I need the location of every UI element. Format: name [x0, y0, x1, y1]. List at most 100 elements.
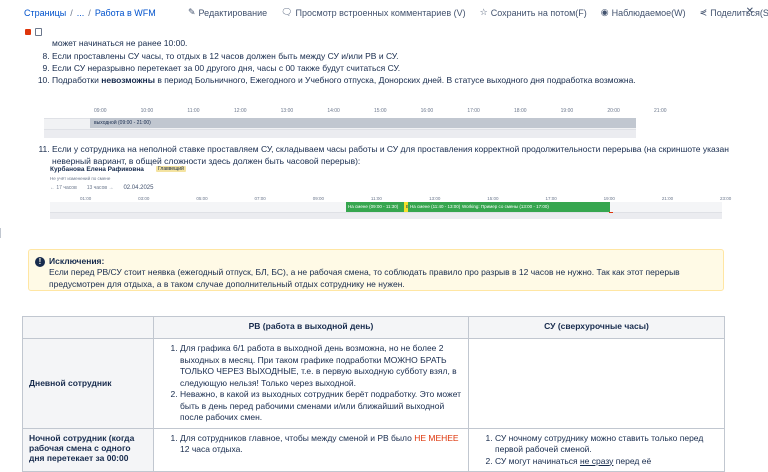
breadcrumb-pages[interactable]: Страницы — [24, 8, 66, 18]
timeline-1-tick: 10:00 — [140, 108, 154, 114]
table-header-row: РВ (работа в выходной день) СУ (сверхуро… — [22, 316, 725, 339]
rule-10-text: Подработки — [52, 75, 102, 86]
cut-off-text: может начинаться не ранее 10:00. — [52, 38, 188, 48]
timeline-1-row-2 — [44, 130, 636, 138]
rules-table: РВ (работа в выходной день) СУ (сверхуро… — [22, 316, 725, 472]
timeline-2-tick: 11:00 — [370, 196, 382, 201]
list-item: СУ ночному сотруднику можно ставить толь… — [495, 433, 718, 456]
callout-text: Если перед РВ/СУ стоит неявка (ежегодный… — [49, 267, 680, 289]
timeline-2-tick: 23:00 — [720, 196, 732, 201]
comment-icon: 🗨 — [281, 7, 293, 17]
close-icon[interactable]: ✕ — [746, 6, 754, 17]
scroll-marker — [0, 228, 4, 238]
night-su-text: СУ могут начинаться — [495, 455, 580, 466]
timeline-2-tick: 05:00 — [196, 196, 208, 201]
inline-comments-label: Просмотр встроенных комментариев (V) — [295, 7, 466, 18]
timeline-2-tick: 01:00 — [80, 196, 92, 201]
timeline-1-tick: 18:00 — [514, 108, 527, 114]
list-item: Для сотрудников главное, чтобы между сме… — [180, 433, 462, 456]
timeline-2-tick: 15:00 — [487, 196, 499, 201]
top-bar: Страницы / ... / Работа в WFM ✎ Редактир… — [0, 0, 768, 28]
timeline-2-tick: 09:00 — [312, 196, 324, 201]
timeline-screenshot-2: Курбанова Елена Рафиковна Главвещий Не у… — [50, 166, 731, 222]
watch-button[interactable]: ◉ Наблюдаемое(W) — [601, 7, 686, 18]
night-su-text-end: перед её — [613, 455, 652, 466]
employee-name: Курбанова Елена Рафиковна — [50, 166, 144, 173]
list-item: Для графика 6/1 работа в выходной день в… — [180, 343, 462, 389]
timeline-1-tick: 12:00 — [234, 108, 247, 114]
timeline-2-nav: ← 17 часов 13 часов → 02.04.2025 — [50, 185, 153, 191]
page-meta-icons — [25, 28, 42, 36]
rule-10-text-end: в период Больничного, Ежегодного и Учебн… — [154, 75, 636, 86]
rule-8: Если проставлены СУ часы, то отдых в 12 … — [52, 50, 742, 62]
timeline-2-tick: 03:00 — [138, 196, 150, 201]
inline-comments-button[interactable]: 🗨 Просмотр встроенных комментариев (V) — [281, 7, 466, 18]
night-rv-text: Для сотрудников главное, чтобы между сме… — [180, 432, 415, 443]
table-header-rv: РВ (работа в выходной день) — [153, 316, 469, 339]
save-for-later-button[interactable]: ☆ Сохранить на потом(F) — [480, 7, 587, 18]
nav-next: 13 часов → — [86, 185, 114, 191]
table-header-empty — [22, 316, 154, 339]
share-label: Поделиться(S) — [710, 7, 768, 18]
timeline-2-tick: 17:00 — [545, 196, 557, 201]
rules-list: Если проставлены СУ часы, то отдых в 12 … — [30, 50, 742, 87]
cell-day-rv: Для графика 6/1 работа в выходной день в… — [153, 338, 469, 429]
timeline-1-tick: 11:00 — [187, 108, 200, 114]
timeline-2-row-2 — [50, 213, 722, 219]
save-for-later-label: Сохранить на потом(F) — [490, 7, 587, 18]
table-header-su: СУ (сверхурочные часы) — [468, 316, 725, 339]
timeline-2-tick: 19:00 — [603, 196, 615, 201]
lock-icon[interactable] — [35, 28, 42, 36]
star-icon: ☆ — [479, 7, 488, 17]
timeline-2-tick: 13:00 — [429, 196, 441, 201]
eye-icon: ◉ — [600, 7, 609, 17]
night-rv-text-end: 12 часа отдыха. — [180, 444, 243, 454]
timeline-1-tick: 09:00 — [94, 108, 107, 114]
timeline-1-tick: 17:00 — [467, 108, 480, 114]
timeline-1-ticks: 09:00 10:00 11:00 12:00 13:00 14:00 15:00 16:00… — [44, 108, 667, 118]
cell-day-su — [468, 338, 725, 429]
watch-label: Наблюдаемое(W) — [611, 7, 686, 18]
breadcrumb-separator: / — [88, 8, 91, 18]
edit-label: Редактирование — [198, 7, 268, 18]
timeline-date: 02.04.2025 — [123, 185, 154, 191]
callout-title: Исключения: — [49, 256, 105, 266]
list-item: Неважно, в какой из выходных сотрудник б… — [180, 389, 462, 424]
employee-subtitle: Не учёт изменений по смене — [50, 176, 111, 181]
shift-segment-3: Working: Пример со смены (13:00 - 17:00) — [460, 202, 610, 212]
share-icon: ⋞ — [699, 7, 708, 17]
timeline-1-tick: 20:00 — [607, 108, 620, 114]
timeline-1-segment-label: выходной (09:00 - 21:00) — [94, 120, 151, 126]
timeline-1-dayoff-segment — [90, 118, 636, 128]
exceptions-callout: ! Исключения: Если перед РВ/СУ стоит нея… — [28, 249, 724, 291]
rules-list-2: Если у сотрудника на неполной ставке про… — [30, 143, 752, 167]
rule-10-bold: невозможны — [101, 75, 155, 86]
share-button[interactable]: ⋞ Поделиться(S) — [700, 7, 768, 18]
timeline-screenshot-1: 09:00 10:00 11:00 12:00 13:00 14:00 15:00 16:00… — [44, 108, 667, 138]
rule-11: Если у сотрудника на неполной ставке про… — [52, 143, 752, 167]
table-row: Дневной сотрудник Для графика 6/1 работа… — [22, 338, 725, 429]
timeline-2-tick: 21:00 — [661, 196, 674, 201]
night-rv-highlight: НЕ МЕНЕЕ — [414, 432, 459, 443]
breadcrumb-separator: / — [70, 8, 73, 18]
nav-prev: ← 17 часов — [50, 185, 77, 191]
breadcrumb-current-page[interactable]: Работа в WFM — [95, 8, 156, 18]
breadcrumb-ellipsis[interactable]: ... — [77, 8, 85, 18]
pencil-icon: ✎ — [188, 7, 196, 17]
timeline-1-tick: 13:00 — [280, 108, 294, 114]
page-actions: ✎ Редактирование 🗨 Просмотр встроенных к… — [188, 7, 768, 18]
row-head-day-employee: Дневной сотрудник — [22, 338, 154, 429]
pdf-icon[interactable] — [25, 29, 31, 35]
rule-9: Если СУ неразрывно перетекает за 00 друг… — [52, 62, 742, 74]
timeline-1-tick: 14:00 — [327, 108, 340, 114]
shift-segment-2: На смене (11:40 - 13:00) — [408, 202, 460, 212]
list-item: СУ могут начинаться не сразу перед её — [495, 456, 718, 468]
timeline-1-tick: 16:00 — [420, 108, 434, 114]
edit-button[interactable]: ✎ Редактирование — [188, 7, 267, 18]
breadcrumb: Страницы / ... / Работа в WFM — [24, 8, 156, 18]
timeline-1-tick: 21:00 — [654, 108, 667, 114]
timeline-1-tick: 15:00 — [374, 108, 387, 114]
timeline-2-tick: 07:00 — [254, 196, 266, 201]
shift-segment-1: На смене (09:00 - 11:30) — [346, 202, 404, 212]
timeline-1-tick: 19:00 — [560, 108, 574, 114]
